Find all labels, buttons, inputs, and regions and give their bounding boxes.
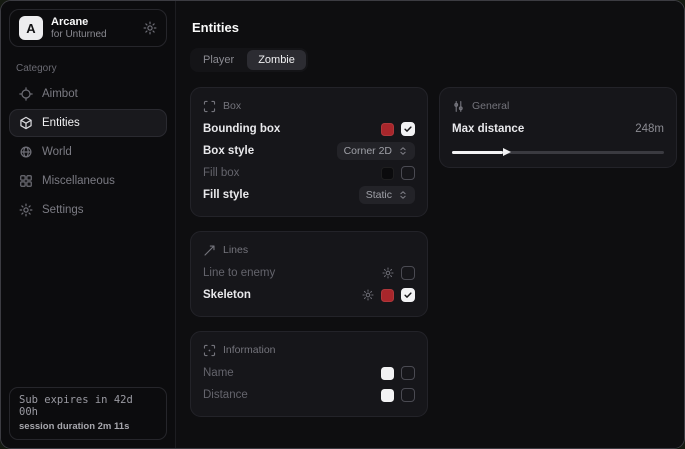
information-card: Information Name Distance — [190, 331, 428, 417]
sidebar-nav: Aimbot Entities World Miscellaneous — [9, 80, 167, 224]
setting-label: Name — [203, 367, 234, 379]
color-swatch[interactable] — [381, 167, 394, 180]
general-card: General Max distance 248m — [439, 87, 677, 168]
chevrons-up-down-icon — [398, 146, 408, 156]
tab-player[interactable]: Player — [192, 50, 245, 70]
setting-row-box-style: Box style Corner 2D — [203, 140, 415, 162]
checkbox[interactable] — [401, 388, 415, 402]
tab-zombie[interactable]: Zombie — [247, 50, 306, 70]
dropdown-value: Corner 2D — [344, 145, 392, 157]
setting-label: Distance — [203, 389, 248, 401]
setting-label: Line to enemy — [203, 267, 275, 279]
sliders-icon — [452, 100, 465, 113]
checkbox[interactable] — [401, 266, 415, 280]
max-distance-value: 248m — [635, 123, 664, 135]
sidebar-item-miscellaneous[interactable]: Miscellaneous — [9, 167, 167, 195]
sidebar-item-entities[interactable]: Entities — [9, 109, 167, 137]
sub-expiry-text: Sub expires in 42d 00h — [19, 394, 157, 418]
sidebar-item-label: Entities — [42, 117, 80, 129]
brand-card: A Arcane for Unturned — [9, 9, 167, 47]
card-title: Information — [223, 344, 276, 356]
color-swatch[interactable] — [381, 123, 394, 136]
sidebar: A Arcane for Unturned Category Aimbot — [1, 1, 176, 448]
slider-thumb[interactable] — [503, 148, 511, 156]
dropdown-value: Static — [366, 189, 392, 201]
setting-row-bounding-box: Bounding box — [203, 118, 415, 140]
setting-row-line-to-enemy: Line to enemy — [203, 262, 415, 284]
color-swatch[interactable] — [381, 389, 394, 402]
box-icon — [203, 100, 216, 113]
fill-style-dropdown[interactable]: Static — [359, 186, 415, 204]
color-swatch[interactable] — [381, 367, 394, 380]
setting-label: Fill style — [203, 189, 249, 201]
chevrons-up-down-icon — [398, 190, 408, 200]
slider-fill — [452, 151, 503, 154]
sidebar-item-aimbot[interactable]: Aimbot — [9, 80, 167, 108]
card-title: Lines — [223, 244, 248, 256]
setting-label: Bounding box — [203, 123, 280, 135]
slider-track[interactable] — [452, 151, 664, 154]
session-duration-text: session duration 2m 11s — [19, 421, 157, 432]
setting-label: Skeleton — [203, 289, 251, 301]
setting-label: Fill box — [203, 167, 239, 179]
setting-row-distance: Distance — [203, 384, 415, 406]
brand-subtitle: for Unturned — [51, 29, 135, 41]
box-style-dropdown[interactable]: Corner 2D — [337, 142, 415, 160]
entity-tabs: Player Zombie — [190, 48, 308, 72]
setting-row-fill-style: Fill style Static — [203, 184, 415, 206]
setting-row-name: Name — [203, 362, 415, 384]
checkbox[interactable] — [401, 288, 415, 302]
color-swatch[interactable] — [381, 289, 394, 302]
card-title: Box — [223, 100, 241, 112]
app-window: A Arcane for Unturned Category Aimbot — [0, 0, 685, 449]
setting-row-skeleton: Skeleton — [203, 284, 415, 306]
brand-logo: A — [19, 16, 43, 40]
main-panel: Entities Player Zombie Box Bounding box — [176, 1, 685, 448]
checkbox[interactable] — [401, 122, 415, 136]
setting-label: Box style — [203, 145, 254, 157]
box-card: Box Bounding box Box style — [190, 87, 428, 217]
line-icon — [203, 244, 216, 257]
checkbox[interactable] — [401, 166, 415, 180]
setting-label: Max distance — [452, 123, 524, 135]
scan-info-icon — [203, 344, 216, 357]
setting-row-fill-box: Fill box — [203, 162, 415, 184]
sidebar-item-label: World — [42, 146, 72, 158]
globe-icon — [19, 145, 33, 159]
gear-icon[interactable] — [382, 267, 394, 279]
sidebar-item-settings[interactable]: Settings — [9, 196, 167, 224]
gear-icon — [19, 203, 33, 217]
gear-icon[interactable] — [362, 289, 374, 301]
brand-name: Arcane — [51, 16, 135, 29]
gear-icon[interactable] — [143, 21, 157, 35]
crosshair-icon — [19, 87, 33, 101]
sidebar-item-world[interactable]: World — [9, 138, 167, 166]
sidebar-item-label: Settings — [42, 204, 84, 216]
cube-icon — [19, 116, 33, 130]
setting-row-max-distance: Max distance 248m — [452, 118, 664, 140]
max-distance-slider[interactable] — [452, 147, 664, 157]
card-title: General — [472, 100, 509, 112]
lines-card: Lines Line to enemy — [190, 231, 428, 317]
category-label: Category — [16, 63, 167, 74]
sidebar-item-label: Aimbot — [42, 88, 78, 100]
grid-icon — [19, 174, 33, 188]
sidebar-item-label: Miscellaneous — [42, 175, 115, 187]
page-title: Entities — [192, 20, 677, 35]
subscription-info: Sub expires in 42d 00h session duration … — [9, 387, 167, 440]
checkbox[interactable] — [401, 366, 415, 380]
